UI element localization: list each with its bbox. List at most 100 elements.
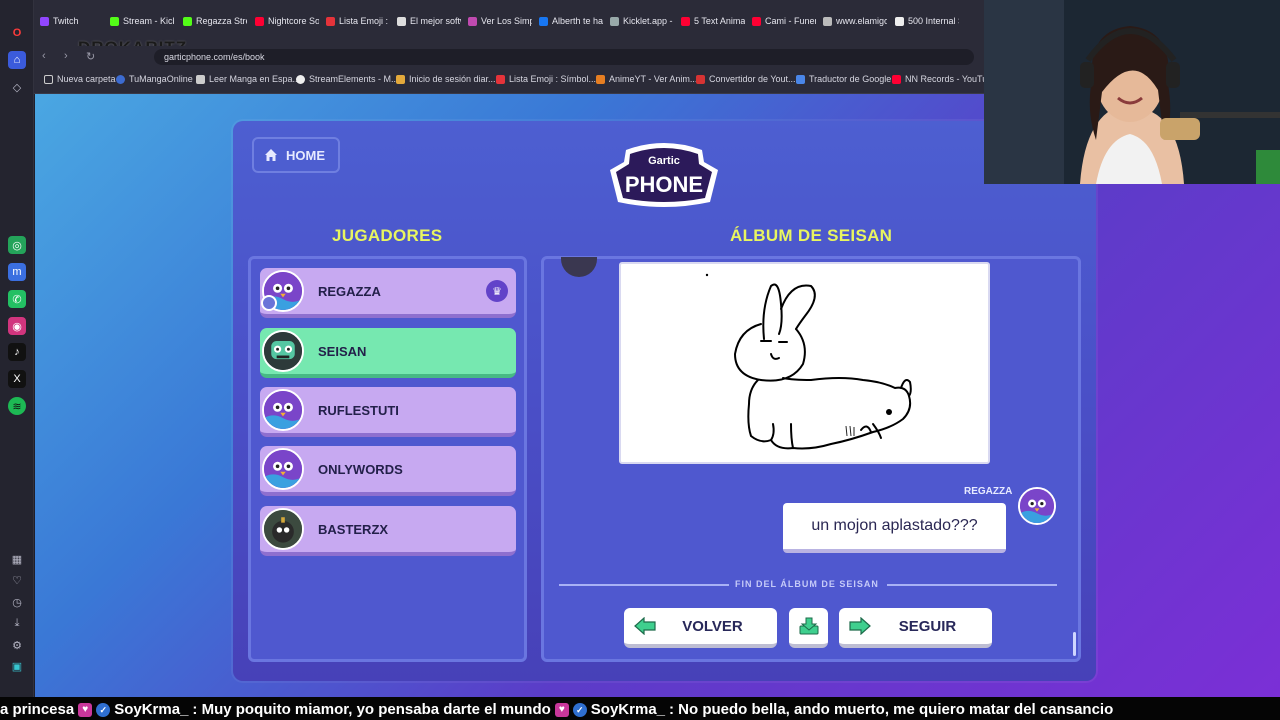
player-name: SEISAN [318,344,367,359]
site-icon [610,16,619,26]
reload-icon[interactable]: ↻ [86,50,95,63]
url-field[interactable]: garticphone.com/es/book [154,49,974,65]
player-name: REGAZZA [318,284,381,299]
chatgpt-icon[interactable]: ◎ [8,236,26,254]
album-end-label: FIN DEL ÁLBUM DE SEISAN [735,579,879,589]
youtube-icon [892,74,901,84]
address-bar-row: ‹ › ↻ garticphone.com/es/book [34,46,984,68]
kick-icon [183,16,192,26]
album-scrollbar[interactable] [1073,632,1076,656]
tab-youtube-nightcore[interactable]: Nightcore Son [255,10,319,32]
x-icon[interactable]: X [8,370,26,388]
tab-strip: Twitch Stream - Kick Regazza Strea Night… [34,0,984,57]
heart-badge-icon: ♥ [554,702,569,717]
spotify-icon[interactable]: ≋ [8,397,26,415]
tab-error[interactable]: 500 Internal S [895,10,959,32]
tab-twitch[interactable]: Twitch [40,10,100,32]
tab-kick[interactable]: Stream - Kick [110,10,174,32]
instagram-icon[interactable]: ◉ [8,317,26,335]
drawing-canvas [705,273,912,450]
youtube-icon [752,16,761,26]
screen: O ⌂ ◇ ◎ m ✆ ◉ ♪ X ≋ ▦ ♡ ◷ ⤓ ⚙ ▣ Twitch S… [0,0,1280,720]
bookmark-animeyt[interactable]: AnimeYT - Ver Anim... [596,74,697,84]
tab-emoji[interactable]: Lista Emoji : S [326,10,390,32]
robot-avatar-icon [264,332,302,370]
site-icon [397,16,406,26]
sidebar-toggle-icon[interactable]: ▣ [8,657,26,675]
kick-icon [110,16,119,26]
settings-icon[interactable]: ⚙ [8,636,26,654]
avatar [262,330,304,372]
forward-icon[interactable]: › [64,50,68,62]
bookmark-translate[interactable]: Traductor de Google [796,74,891,84]
chat-username: SoyKrma_ [114,701,189,718]
download-icon[interactable]: ⤓ [8,614,26,632]
tab-kick-regazza[interactable]: Regazza Strea [183,10,247,32]
home-icon[interactable]: ⌂ [8,51,26,69]
site-icon [296,74,305,84]
verified-badge-icon: ✓ [96,702,111,717]
apps-icon[interactable]: ▦ [8,550,26,568]
heart-badge-icon: ♥ [78,702,93,717]
tab-simpsons[interactable]: Ver Los Simps [468,10,532,32]
player-row: RUFLESTUTI [260,387,516,437]
bookmark-login[interactable]: Inicio de sesión diar... [396,74,496,84]
bookmark-converter[interactable]: Convertidor de Yout... [696,74,796,84]
streamer-webcam-image [984,0,1280,184]
webcam-overlay [984,0,1280,184]
bookmark-leer-manga[interactable]: Leer Manga en Espa... [196,74,300,84]
tab-elamigos[interactable]: www.elamigos [823,10,887,32]
bird-avatar-icon [264,391,302,429]
tab-facebook[interactable]: Alberth te ha [539,10,603,32]
user-badge-icon [261,295,277,311]
back-icon[interactable]: ‹ [42,50,46,62]
whatsapp-icon[interactable]: ✆ [8,290,26,308]
arrow-left-icon [634,617,656,635]
messenger-icon[interactable]: m [8,263,26,281]
bookmark-streamelements[interactable]: StreamElements - M... [296,74,399,84]
player-name: BASTERZX [318,522,389,537]
bookmark-tumanga[interactable]: TuMangaOnline [116,74,193,84]
tab-software[interactable]: El mejor softw [397,10,461,32]
site-icon [396,74,405,84]
bookmark-emoji[interactable]: Lista Emoji : Símbol... [496,74,596,84]
back-button[interactable]: VOLVER [624,608,777,648]
pin-icon[interactable]: ◇ [8,78,26,96]
tab-youtube-cami[interactable]: Cami - Funeral [752,10,816,32]
album-drawing [619,262,990,464]
home-icon [265,149,277,161]
opera-logo-icon[interactable]: O [8,24,26,42]
guess-bubble: un mojon aplastado??? [783,503,1006,553]
player-row: REGAZZA ♛ [260,268,516,318]
gartic-phone-logo: Gartic PHONE [610,143,718,207]
browser-sidebar: O ⌂ ◇ ◎ m ✆ ◉ ♪ X ≋ ▦ ♡ ◷ ⤓ ⚙ ▣ [0,0,34,700]
site-icon [823,16,832,26]
avatar [262,508,304,550]
arrow-right-icon [849,617,871,635]
player-row: ONLYWORDS [260,446,516,496]
crown-icon: ♛ [486,280,508,302]
youtube-icon [255,16,264,26]
players-title: JUGADORES [332,226,443,245]
tab-youtube-text[interactable]: 5 Text Animati [681,10,745,32]
bookmark-nn-records[interactable]: NN Records - YouTu... [892,74,995,84]
tiktok-icon[interactable]: ♪ [8,343,26,361]
tab-kicklet[interactable]: Kicklet.app - K [610,10,674,32]
guess-author-name: REGAZZA [964,486,1013,497]
logo-gartic-text: Gartic [648,155,680,167]
chat-message: : No puedo bella, ando muerto, me quiero… [669,701,1114,718]
player-name: RUFLESTUTI [318,403,399,418]
site-icon [596,74,605,84]
bookmark-folder[interactable]: Nueva carpeta [44,74,116,84]
heart-icon[interactable]: ♡ [8,571,26,589]
bird-avatar-icon [264,450,302,488]
chat-ticker: a princesa ♥ ✓ SoyKrma_ : Muy poquito mi… [0,697,1280,720]
end-divider-right [887,584,1057,586]
home-button[interactable]: HOME [252,137,340,173]
download-icon [799,617,818,635]
download-album-button[interactable] [789,608,828,648]
guess-author-avatar [1018,487,1056,525]
history-icon[interactable]: ◷ [8,593,26,611]
verified-badge-icon: ✓ [572,702,587,717]
next-button[interactable]: SEGUIR [839,608,992,648]
